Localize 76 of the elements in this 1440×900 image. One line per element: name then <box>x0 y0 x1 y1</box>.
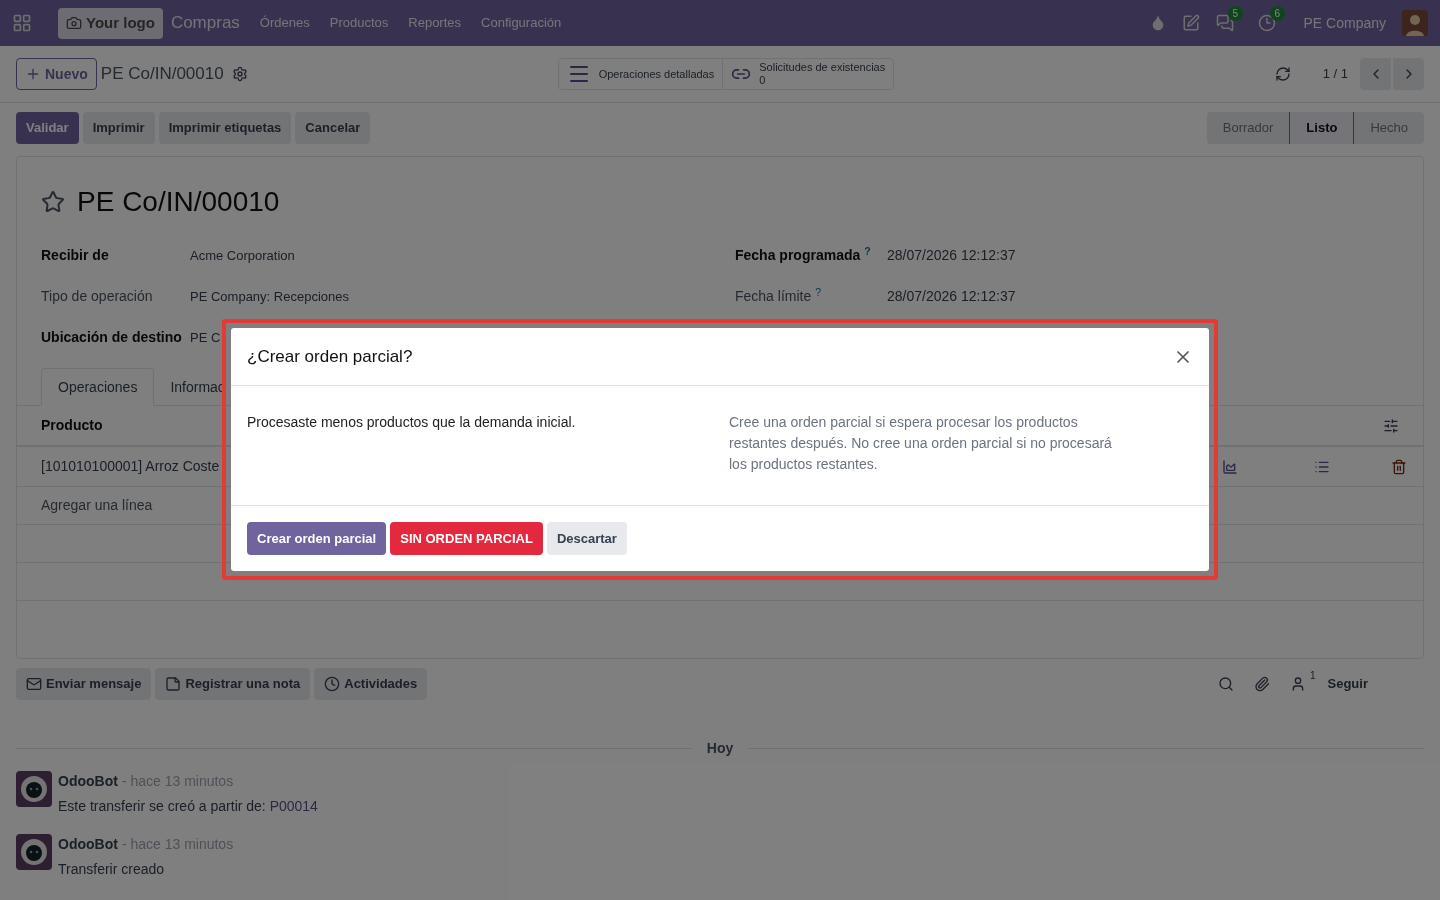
dialog-title: ¿Crear orden parcial? <box>247 345 413 368</box>
plus-icon <box>25 66 41 82</box>
add-line-link[interactable]: Agregar una línea <box>41 495 153 516</box>
action-button[interactable]: Cancelar <box>295 112 371 144</box>
smart-button[interactable]: Operaciones detalladas <box>558 59 723 89</box>
status-step[interactable]: Borrador <box>1206 112 1290 144</box>
status-step[interactable]: Listo <box>1289 112 1355 144</box>
logo-button[interactable]: Your logo <box>58 7 163 39</box>
envelope-icon <box>26 676 42 692</box>
date-separator: Hoy <box>706 739 734 758</box>
help-mark[interactable]: ? <box>864 244 871 257</box>
chatter-button[interactable]: Actividades <box>314 668 428 700</box>
smart-button[interactable]: Solicitudes de existencias 0 <box>722 59 894 89</box>
followers-count: 1 <box>1309 670 1316 682</box>
field-value[interactable]: PE Company: Recepciones <box>190 286 349 307</box>
message-body: Transferir creado <box>58 860 166 879</box>
app-name[interactable]: Compras <box>170 10 240 36</box>
star-icon[interactable] <box>41 190 65 214</box>
edit-icon[interactable] <box>1181 14 1200 32</box>
status-step[interactable]: Hecho <box>1354 112 1424 144</box>
pager-value: 1 / 1 <box>1322 65 1348 84</box>
company-name[interactable]: PE Company <box>1303 12 1386 34</box>
field-label: Fecha programada $^{?}$ <box>735 245 872 265</box>
field-label: Fecha límite $^{?}$ <box>735 286 823 306</box>
dialog-message: Procesaste menos productos que la demanda inicial. <box>247 413 577 432</box>
message-author[interactable]: OdooBot <box>58 771 118 792</box>
field-value[interactable]: 28/07/2026 12:12:37 <box>887 245 1016 266</box>
chatter-button[interactable]: Enviar mensaje <box>16 668 152 700</box>
column-header[interactable]: Producto <box>41 415 103 436</box>
search-icon[interactable] <box>1217 676 1234 692</box>
menu-item[interactable]: Órdenes <box>259 13 310 33</box>
dialog-button[interactable]: Crear orden parcial <box>247 522 387 555</box>
sliders-icon[interactable] <box>1383 417 1399 434</box>
refresh-icon[interactable] <box>1274 66 1291 82</box>
apps-menu-icon[interactable] <box>12 13 32 33</box>
record-title: PE Co/IN/00010 <box>77 185 280 219</box>
message-author[interactable]: OdooBot <box>58 834 118 855</box>
field-label: Ubicación de destino <box>41 328 183 347</box>
notebook-tab[interactable]: Informac <box>154 368 241 406</box>
menu-item[interactable]: Reportes <box>408 13 462 33</box>
settings-icon[interactable] <box>231 66 248 82</box>
breadcrumb: PE Co/IN/00010 <box>100 63 224 86</box>
field-value[interactable]: 28/07/2026 12:12:37 <box>887 286 1016 307</box>
table-cell-text: [101010100001] Arroz Coste <box>41 457 220 476</box>
clock-icon <box>324 676 341 692</box>
camera-icon <box>66 15 82 31</box>
dialog-button[interactable]: Descartar <box>546 522 627 555</box>
record-link[interactable]: P00014 <box>269 798 318 814</box>
clock-icon[interactable] <box>1257 14 1276 32</box>
new-button[interactable]: Nuevo <box>16 58 97 90</box>
user-avatar[interactable] <box>1402 10 1428 36</box>
notebook-tab[interactable]: Operaciones <box>41 368 155 406</box>
field-label: Tipo de operación <box>41 287 154 306</box>
note-icon <box>165 676 182 692</box>
dialog-hint: Cree una orden parcial si espera procesar los productos restantes después. No cree una orden parcial si no procesará los productos restantes. <box>728 413 1113 474</box>
bot-avatar <box>16 834 52 870</box>
field-label: Recibir de <box>41 246 110 265</box>
menu-item[interactable]: Productos <box>329 13 389 33</box>
count-badge: 5 <box>1227 6 1244 21</box>
menu-item[interactable]: Configuración <box>481 13 562 33</box>
follow-button[interactable]: Seguir <box>1327 674 1368 694</box>
action-button[interactable]: Imprimir etiquetas <box>158 112 292 144</box>
trash-icon[interactable] <box>1391 458 1407 475</box>
chart-icon[interactable] <box>1222 458 1238 475</box>
action-button[interactable]: Imprimir <box>82 112 155 144</box>
paperclip-icon[interactable] <box>1253 676 1270 692</box>
chatter-button[interactable]: Registrar una nota <box>155 668 311 700</box>
action-button[interactable]: Validar <box>16 112 79 144</box>
chat-icon[interactable] <box>1215 14 1234 32</box>
field-value[interactable]: Acme Corporation <box>190 245 295 266</box>
dialog-button[interactable]: SIN ORDEN PARCIAL <box>390 522 543 555</box>
bot-avatar <box>16 771 52 807</box>
count-badge: 6 <box>1269 6 1286 21</box>
field-value[interactable]: PE C <box>190 327 221 348</box>
help-mark[interactable]: ? <box>815 285 822 298</box>
message-body: Este transferir se creó a partir de: P00014 <box>58 797 318 816</box>
